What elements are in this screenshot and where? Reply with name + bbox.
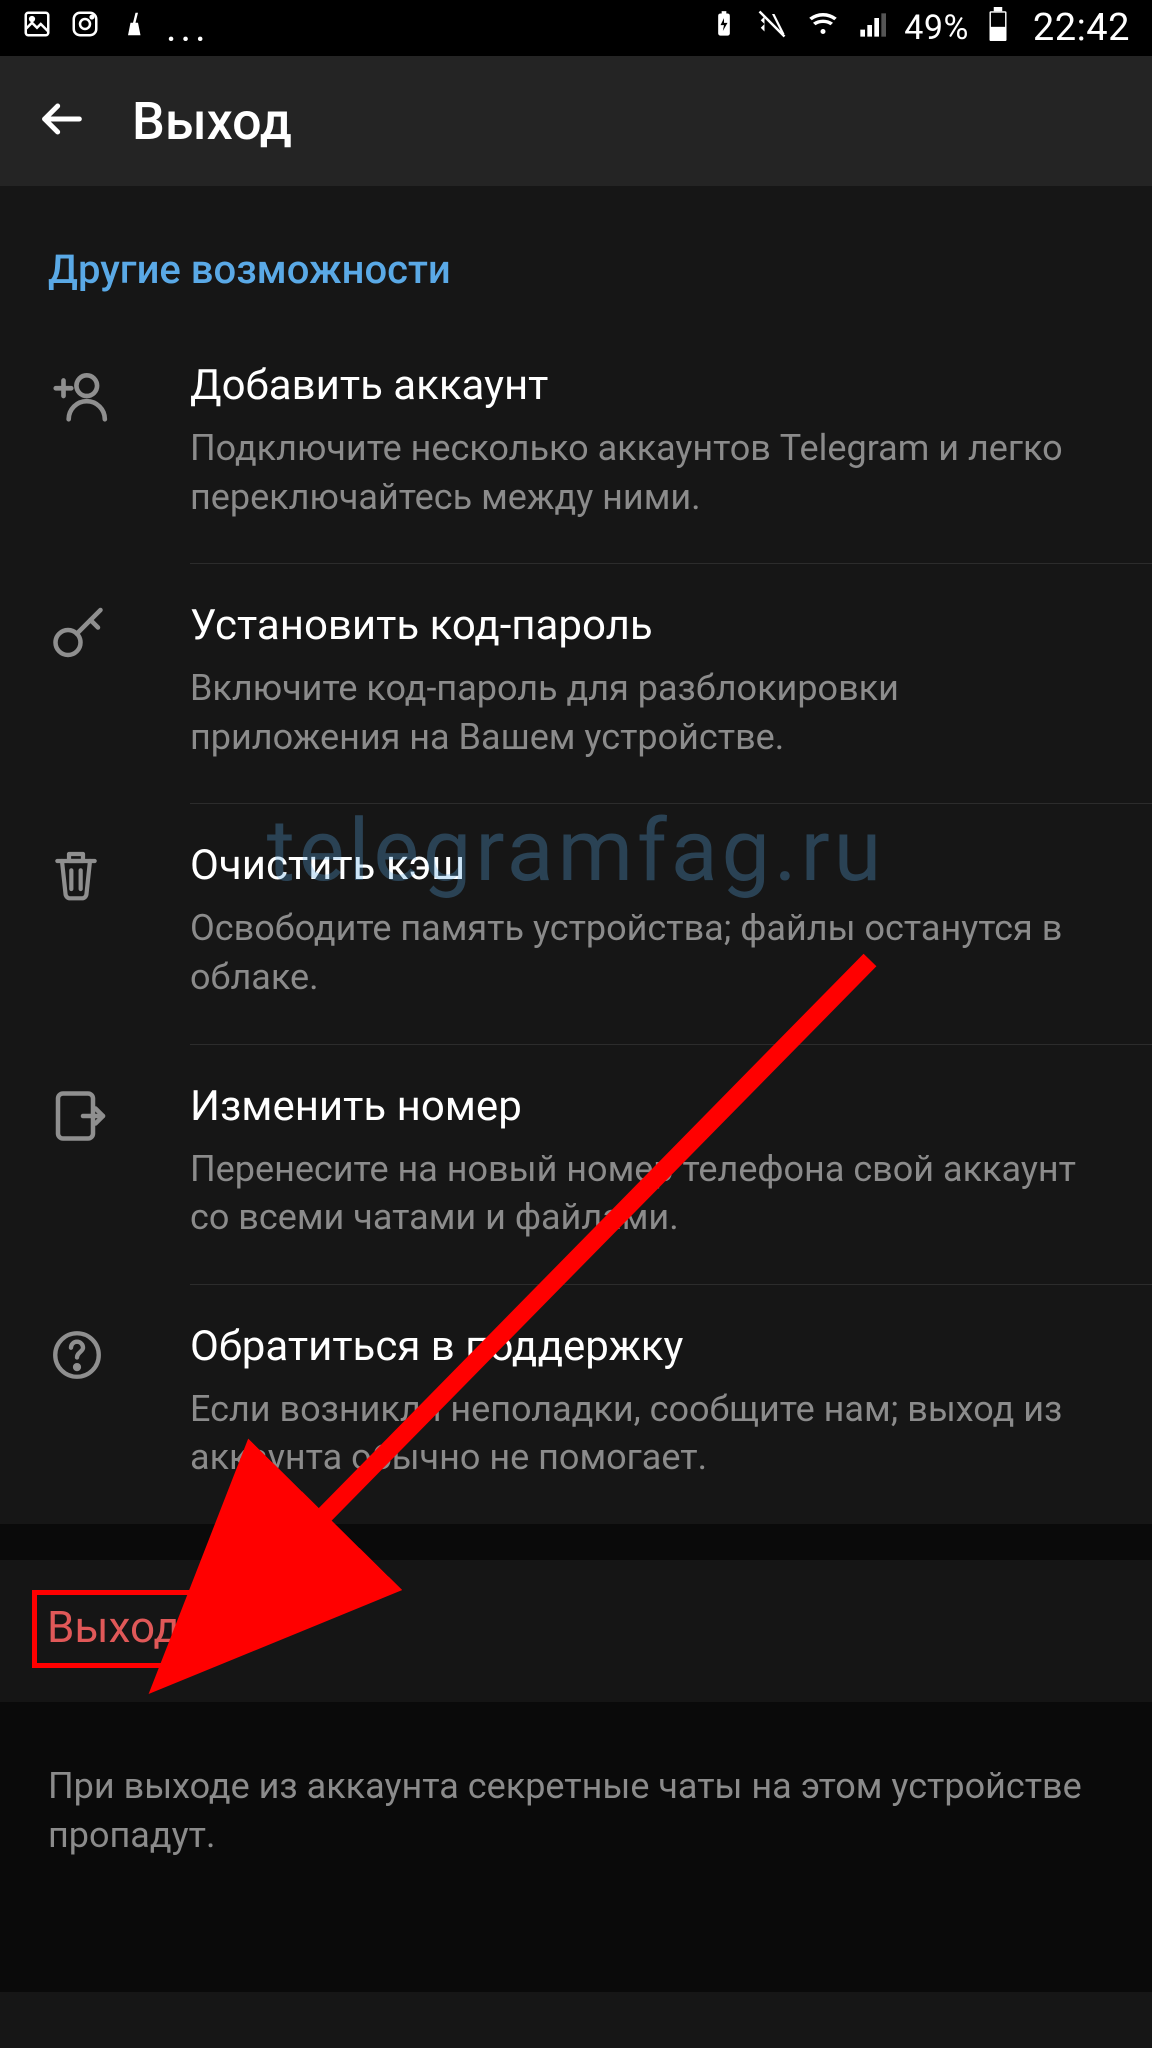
item-title: Очистить кэш [190,841,1112,890]
page-title: Выход [132,91,292,152]
item-clear-cache[interactable]: Очистить кэш Освободите память устройств… [0,803,1152,1043]
back-button[interactable] [36,93,88,149]
battery-icon [987,7,1009,49]
app-bar: Выход [0,56,1152,186]
item-subtitle: Перенесите на новый номер телефона свой … [190,1145,1112,1242]
logout-row[interactable]: Выход [0,1560,1152,1702]
item-title: Добавить аккаунт [190,361,1112,410]
item-title: Изменить номер [190,1082,1112,1131]
section-heading: Другие возможности [0,186,1152,323]
item-subtitle: Освободите память устройства; файлы оста… [190,904,1112,1001]
add-user-icon [48,365,110,431]
battery-charging-icon [710,9,738,47]
clock: 22:42 [1033,6,1130,50]
item-add-account[interactable]: Добавить аккаунт Подключите несколько ак… [0,323,1152,563]
item-change-number[interactable]: Изменить номер Перенесите на новый номер… [0,1044,1152,1284]
footer: При выходе из аккаунта секретные чаты на… [0,1702,1152,1992]
item-subtitle: Если возникли неполадки, сообщите нам; в… [190,1385,1112,1482]
trash-icon [48,845,104,909]
section-divider [0,1524,1152,1560]
swap-icon [48,1086,108,1150]
item-title: Установить код-пароль [190,601,1112,650]
cleaner-icon [118,9,148,47]
item-support[interactable]: Обратиться в поддержку Если возникли неп… [0,1284,1152,1524]
cellular-icon [858,9,886,47]
item-subtitle: Подключите несколько аккаунтов Telegram … [190,424,1112,521]
gallery-icon [22,9,52,47]
key-icon [48,605,108,669]
item-subtitle: Включите код-пароль для разблокировки пр… [190,664,1112,761]
instagram-icon [70,9,100,47]
help-icon [48,1326,106,1388]
vibrate-icon [756,9,788,47]
item-passcode[interactable]: Установить код-пароль Включите код-парол… [0,563,1152,803]
item-title: Обратиться в поддержку [190,1322,1112,1371]
battery-percentage: 49% [904,8,969,48]
logout-button[interactable]: Выход [32,1590,199,1668]
wifi-icon [806,9,840,47]
options-list: Добавить аккаунт Подключите несколько ак… [0,323,1152,1524]
status-bar: ... 49% 22:42 [0,0,1152,56]
footer-note: При выходе из аккаунта секретные чаты на… [0,1702,1152,1859]
